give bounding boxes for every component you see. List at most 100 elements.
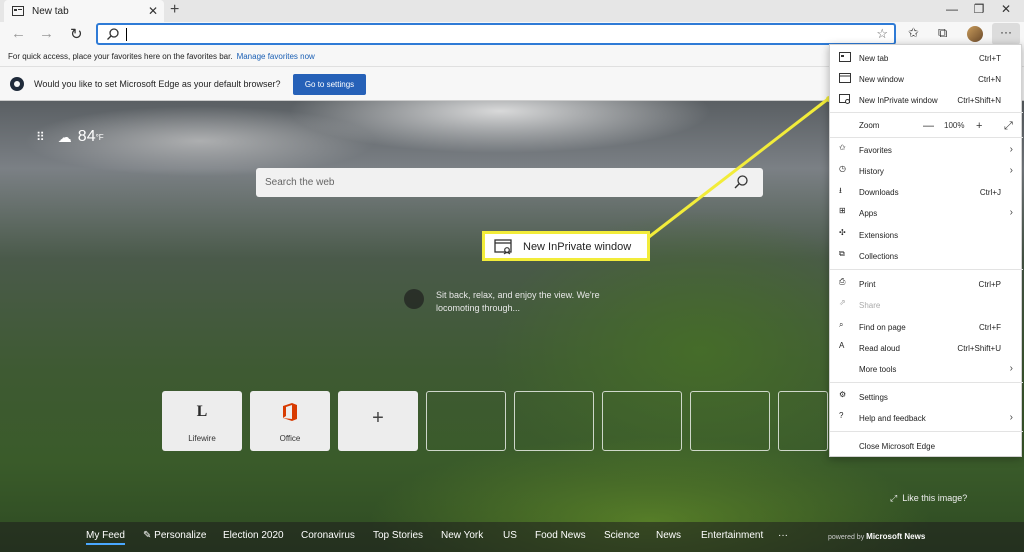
feed-tab-news[interactable]: News — [656, 530, 681, 541]
quick-link-empty-slot[interactable] — [426, 391, 506, 451]
menu-item-print[interactable]: ⎙ Print Ctrl+P — [830, 274, 1023, 294]
menu-item-find-on-page[interactable]: ⌕ Find on page Ctrl+F — [830, 317, 1023, 337]
lifewire-logo: L — [196, 403, 208, 420]
chevron-right-icon: › — [1009, 144, 1013, 155]
menu-item-share: ⇗ Share — [830, 295, 1023, 315]
chevron-right-icon: › — [1009, 207, 1013, 218]
menu-item-label: Close Microsoft Edge — [859, 442, 936, 451]
menu-item-label: Collections — [859, 252, 899, 261]
menu-item-label: More tools — [859, 365, 897, 374]
image-info-icon[interactable] — [404, 289, 424, 309]
feed-tab-science[interactable]: Science — [604, 530, 640, 541]
menu-item-label: Settings — [859, 393, 888, 402]
menu-item-shortcut: Ctrl+T — [979, 54, 1001, 63]
feed-tab-us[interactable]: US — [503, 530, 517, 541]
like-image-link[interactable]: ⤢ Like this image? — [890, 493, 967, 504]
feed-tab-food-news[interactable]: Food News — [535, 530, 586, 541]
like-image-label: Like this image? — [902, 493, 968, 503]
menu-item-new-window[interactable]: New window Ctrl+N — [830, 69, 1023, 89]
feed-tab-entertainment[interactable]: Entertainment — [701, 530, 763, 541]
plus-icon: + — [372, 407, 384, 429]
menu-item-label: Favorites — [859, 146, 892, 155]
menu-item-shortcut: Ctrl+Shift+U — [957, 344, 1001, 353]
quick-link-office[interactable]: Office — [250, 391, 330, 451]
menu-item-label: Find on page — [859, 323, 906, 332]
menu-separator — [830, 382, 1023, 383]
menu-item-help[interactable]: ? Help and feedback › — [830, 408, 1023, 428]
apps-icon: ⊞ — [839, 206, 846, 215]
quick-link-empty-slot[interactable] — [690, 391, 770, 451]
menu-item-zoom: Zoom — 100% + ⤢ — [830, 115, 1023, 135]
feed-nav: My Feed ✎ Personalize Election 2020 Coro… — [0, 522, 1024, 552]
collections-icon: ⧉ — [839, 249, 845, 258]
share-icon: ⇗ — [839, 298, 846, 307]
quick-link-empty-slot[interactable] — [514, 391, 594, 451]
menu-separator — [830, 269, 1023, 270]
quick-link-label: Office — [279, 434, 301, 443]
feed-tab-top-stories[interactable]: Top Stories — [373, 530, 423, 541]
inprivate-callout: New InPrivate window — [482, 231, 650, 261]
settings-menu: New tab Ctrl+T New window Ctrl+N New InP… — [829, 44, 1023, 457]
menu-item-new-tab[interactable]: New tab Ctrl+T — [830, 48, 1023, 68]
quick-link-lifewire[interactable]: L Lifewire — [162, 391, 242, 451]
menu-item-shortcut: Ctrl+Shift+N — [957, 96, 1001, 105]
callout-label: New InPrivate window — [523, 241, 632, 253]
inprivate-window-icon — [494, 239, 512, 255]
image-info[interactable]: Sit back, relax, and enjoy the view. We'… — [404, 289, 600, 315]
expand-arrow-icon: ⤢ — [890, 493, 898, 503]
zoom-level: 100% — [944, 121, 965, 130]
menu-item-label: Read aloud — [859, 344, 900, 353]
new-window-icon — [839, 73, 851, 83]
menu-item-read-aloud[interactable]: A Read aloud Ctrl+Shift+U — [830, 338, 1023, 358]
quick-link-empty-slot[interactable] — [778, 391, 828, 451]
zoom-in-button[interactable]: + — [976, 120, 982, 132]
menu-item-favorites[interactable]: ✩ Favorites › — [830, 140, 1023, 160]
feed-tab-personalize[interactable]: ✎ Personalize — [143, 530, 206, 541]
new-tab-icon — [839, 52, 851, 62]
menu-item-extensions[interactable]: ✣ Extensions — [830, 225, 1023, 245]
download-icon: ⭳ — [839, 186, 842, 195]
menu-item-label: Help and feedback — [859, 414, 926, 423]
image-info-line-1: Sit back, relax, and enjoy the view. We'… — [436, 290, 600, 300]
menu-item-close-edge[interactable]: Close Microsoft Edge — [830, 436, 1023, 456]
find-icon: ⌕ — [839, 320, 844, 329]
menu-item-label: Zoom — [859, 121, 880, 130]
add-quick-link-button[interactable]: + — [338, 391, 418, 451]
read-aloud-icon: A — [839, 341, 845, 350]
fullscreen-icon[interactable]: ⤢ — [1004, 120, 1013, 133]
powered-by-brand: Microsoft News — [866, 532, 926, 541]
menu-item-more-tools[interactable]: More tools › — [830, 359, 1023, 379]
menu-item-shortcut: Ctrl+N — [978, 75, 1001, 84]
chevron-right-icon: › — [1009, 412, 1013, 423]
zoom-out-button[interactable]: — — [923, 120, 934, 132]
menu-item-label: History — [859, 167, 884, 176]
menu-item-label: Downloads — [859, 188, 899, 197]
feed-more-icon[interactable]: ··· — [778, 530, 788, 541]
favorites-icon: ✩ — [839, 143, 846, 152]
image-info-line-2: locomoting through... — [436, 303, 521, 313]
menu-item-shortcut: Ctrl+J — [979, 188, 1001, 197]
menu-item-apps[interactable]: ⊞ Apps › — [830, 203, 1023, 223]
powered-by-label: powered by — [828, 534, 865, 541]
quick-link-empty-slot[interactable] — [602, 391, 682, 451]
help-icon: ? — [839, 411, 844, 420]
menu-item-shortcut: Ctrl+P — [978, 280, 1001, 289]
menu-item-label: New InPrivate window — [859, 96, 938, 105]
menu-item-history[interactable]: ◷ History › — [830, 161, 1023, 181]
menu-item-label: Print — [859, 280, 876, 289]
feed-tab-my-feed[interactable]: My Feed — [86, 530, 125, 545]
inprivate-window-icon — [839, 94, 850, 104]
menu-item-new-inprivate-window[interactable]: New InPrivate window Ctrl+Shift+N — [830, 90, 1023, 110]
quick-link-label: Lifewire — [188, 434, 216, 443]
menu-item-collections[interactable]: ⧉ Collections — [830, 246, 1023, 266]
feed-tab-coronavirus[interactable]: Coronavirus — [301, 530, 355, 541]
menu-item-downloads[interactable]: ⭳ Downloads Ctrl+J — [830, 182, 1023, 202]
menu-item-label: Extensions — [859, 231, 899, 240]
feed-tab-election[interactable]: Election 2020 — [223, 530, 284, 541]
chevron-right-icon: › — [1009, 363, 1013, 374]
office-logo — [250, 403, 330, 424]
feed-tab-new-york[interactable]: New York — [441, 530, 483, 541]
menu-item-settings[interactable]: ⚙ Settings — [830, 387, 1023, 407]
menu-separator — [830, 137, 1023, 138]
menu-item-label: New window — [859, 75, 904, 84]
